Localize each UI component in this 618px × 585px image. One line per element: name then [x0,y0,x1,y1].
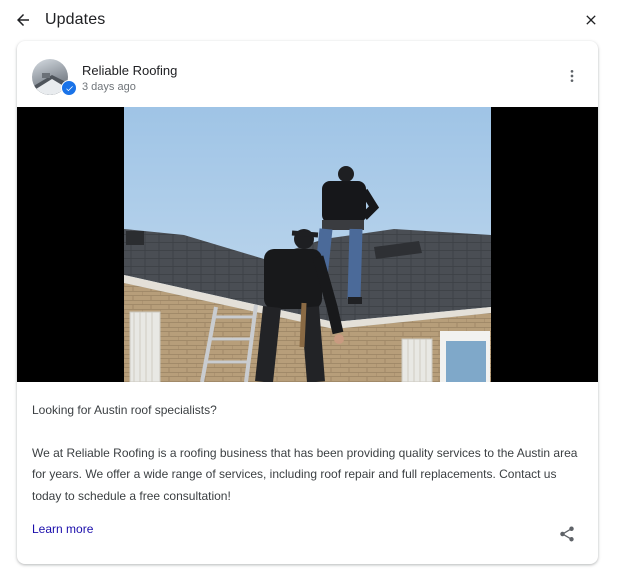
close-icon [586,15,596,25]
post-headline: Looking for Austin roof specialists? [32,403,217,417]
learn-more-link[interactable]: Learn more [32,522,93,536]
share-icon [560,526,574,542]
post-body: Looking for Austin roof specialists? We … [32,400,584,507]
more-vert-icon [570,70,574,82]
header-bar: Updates [0,0,618,40]
page-title: Updates [45,11,106,28]
post-media[interactable] [17,107,598,382]
verified-check-icon [61,80,77,96]
post-photo [124,107,491,382]
business-name[interactable]: Reliable Roofing [82,63,177,78]
post-description: We at Reliable Roofing is a roofing busi… [32,445,578,503]
more-options-button[interactable] [563,65,581,87]
post-timestamp: 3 days ago [82,81,136,93]
update-post-card: Reliable Roofing 3 days ago Looking for … [17,41,598,564]
share-button[interactable] [557,523,577,545]
arrow-left-icon [17,14,29,26]
close-button[interactable] [580,9,602,31]
back-button[interactable] [12,9,34,31]
